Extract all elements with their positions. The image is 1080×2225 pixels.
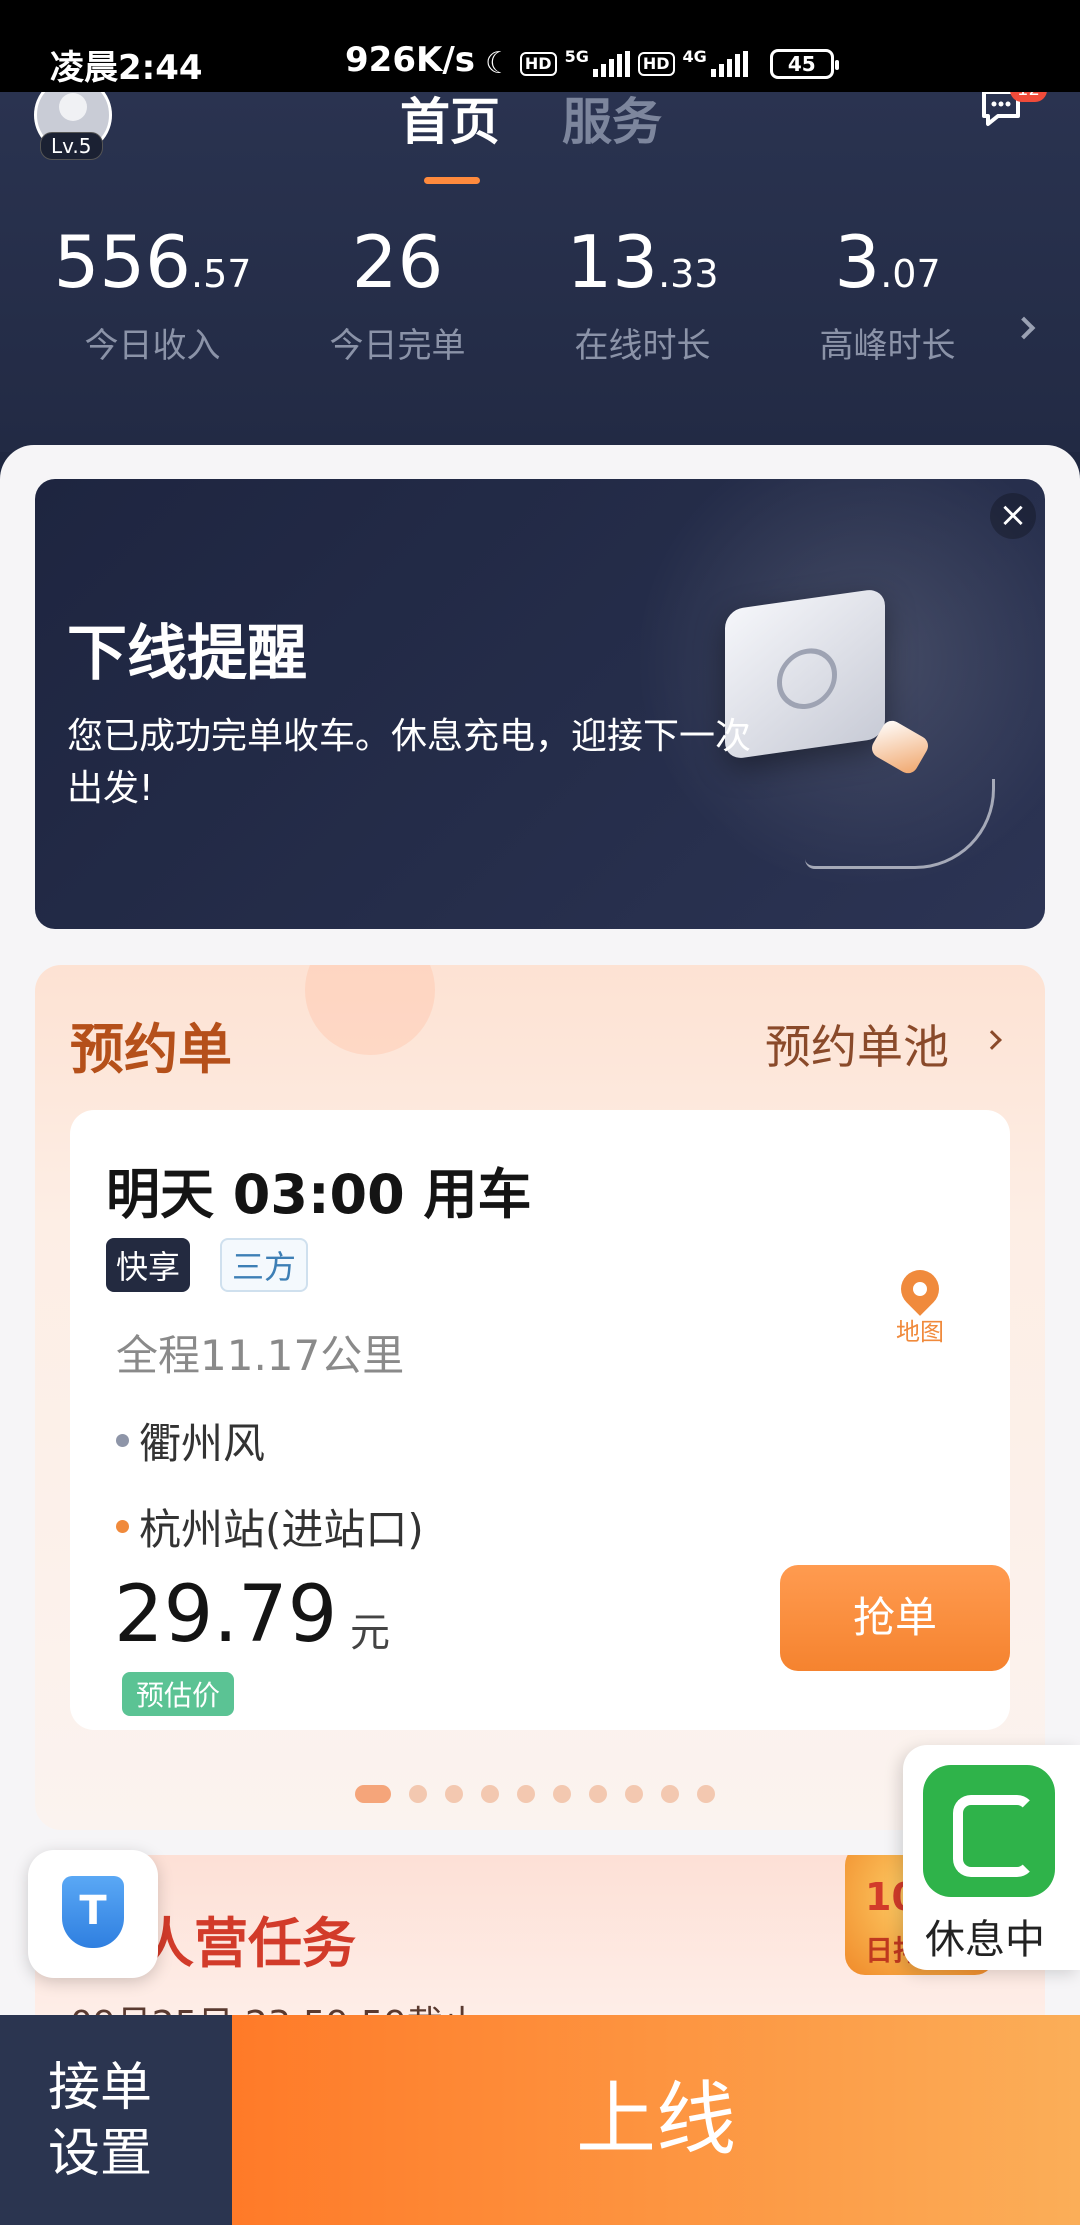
settings-label-line1: 接单 — [48, 2058, 153, 2118]
level-badge: Lv.5 — [40, 132, 103, 160]
task-title: 人营任务 — [140, 1912, 356, 1975]
estimated-price-tag: 预估价 — [122, 1672, 235, 1716]
bottom-action-bar: 接单 设置 上线 — [0, 2015, 1080, 2225]
pager-dot[interactable] — [517, 1785, 535, 1803]
origin-stop: 衢州风 — [116, 1410, 265, 1471]
map-label: 地图 — [896, 1318, 944, 1346]
stat-value: 3 — [834, 220, 881, 304]
order-price: 29.79 — [114, 1570, 338, 1660]
grab-order-button[interactable]: 抢单 — [780, 1565, 1010, 1671]
stat-value: 26 — [351, 220, 444, 304]
network-type-label: 5G — [564, 47, 589, 66]
battery-icon: 45 — [769, 48, 839, 79]
stat-label: 今日完单 — [329, 326, 466, 366]
chevron-right-icon[interactable] — [982, 1030, 1002, 1050]
pager-dot[interactable] — [697, 1785, 715, 1803]
stat-decimal: .57 — [191, 252, 252, 296]
pager-dot[interactable] — [589, 1785, 607, 1803]
map-pin-icon — [893, 1262, 947, 1316]
stat-online-hours: 13.33 在线时长 — [520, 222, 765, 367]
hd-icon: HD — [637, 51, 675, 76]
status-time: 凌晨2:44 — [50, 48, 203, 88]
destination-name: 杭州站(进站口) — [139, 1505, 424, 1554]
map-button[interactable]: 地图 — [880, 1262, 960, 1347]
pager-dot[interactable] — [409, 1785, 427, 1803]
stat-orders: 26 今日完单 — [275, 222, 520, 367]
destination-stop: 杭州站(进站口) — [116, 1496, 424, 1557]
pager-dot[interactable] — [553, 1785, 571, 1803]
stat-income: 556.57 今日收入 — [30, 222, 275, 367]
price-currency: 元 — [350, 1610, 390, 1656]
top-tabs: 首页 服务 — [400, 92, 662, 184]
status-icons: ☾ HD 5G HD 4G 45 — [485, 46, 839, 81]
stat-value: 13 — [566, 220, 659, 304]
reservation-heading: 预约单 — [70, 1018, 232, 1081]
stat-peak-hours: 3.07 高峰时长 — [765, 222, 1010, 367]
stat-label: 今日收入 — [84, 326, 221, 366]
task-deadline: 09月25日 23:59:59截止 — [70, 1995, 479, 2015]
third-party-tag: 三方 — [220, 1238, 309, 1292]
reservation-section: 预约单 预约单池 明天 03:00 用车 快享 三方 全程11.17公里 地图 … — [35, 965, 1045, 1830]
settings-label-line2: 设置 — [48, 2124, 153, 2184]
order-time: 明天 03:00 用车 — [106, 1163, 532, 1226]
signal-icon — [592, 50, 630, 77]
rest-app-icon — [923, 1765, 1055, 1897]
pager-dot[interactable] — [355, 1785, 391, 1803]
pager-dot[interactable] — [445, 1785, 463, 1803]
hd-icon: HD — [519, 51, 557, 76]
stat-value: 556 — [53, 220, 191, 304]
shield-icon: T — [62, 1876, 124, 1948]
stat-label: 高峰时长 — [819, 326, 956, 366]
go-online-button[interactable]: 上线 — [232, 2015, 1080, 2225]
tab-home[interactable]: 首页 — [400, 92, 500, 184]
network-type-label: 4G — [682, 47, 707, 66]
banner-description: 您已成功完单收车。休息充电，迎接下一次出发! — [67, 716, 752, 809]
reservation-order-card[interactable]: 明天 03:00 用车 快享 三方 全程11.17公里 地图 衢州风 杭州站(进… — [70, 1110, 1010, 1730]
task-section[interactable]: 10 日排行 人营任务 09月25日 23:59:59截止 — [35, 1855, 1045, 2015]
dashboard-header: Lv.5 首页 服务 12 556.57 今日收入 26 今日完单 13.33 … — [0, 92, 1080, 452]
message-badge: 12 — [1010, 92, 1047, 102]
offline-reminder-banner: 下线提醒 您已成功完单收车。休息充电，迎接下一次出发! × — [35, 479, 1045, 929]
banner-title: 下线提醒 — [67, 619, 307, 689]
safety-button[interactable]: T — [28, 1850, 158, 1978]
network-speed: 926K/s — [345, 40, 475, 80]
rest-status-widget[interactable]: 休息中 — [903, 1745, 1080, 1970]
carousel-pager[interactable] — [355, 1785, 715, 1803]
pager-dot[interactable] — [661, 1785, 679, 1803]
pager-dot[interactable] — [481, 1785, 499, 1803]
order-settings-button[interactable]: 接单 设置 — [0, 2015, 232, 2225]
pager-dot[interactable] — [625, 1785, 643, 1803]
status-bar: 凌晨2:44 926K/s ☾ HD 5G HD 4G 45 — [0, 0, 1080, 92]
chevron-right-icon[interactable] — [1012, 316, 1036, 340]
trip-distance: 全程11.17公里 — [116, 1331, 405, 1380]
origin-name: 衢州风 — [139, 1419, 266, 1468]
close-icon[interactable]: × — [990, 493, 1036, 539]
moon-icon: ☾ — [485, 46, 512, 81]
rest-status-label: 休息中 — [925, 1917, 1045, 1963]
stat-decimal: .07 — [880, 252, 941, 296]
tab-service[interactable]: 服务 — [562, 92, 662, 154]
origin-dot-icon — [116, 1434, 129, 1447]
stats-row[interactable]: 556.57 今日收入 26 今日完单 13.33 在线时长 3.07 高峰时长 — [30, 222, 1010, 367]
reservation-pool-link[interactable]: 预约单池 — [765, 1011, 949, 1077]
stat-label: 在线时长 — [574, 326, 711, 366]
signal-icon — [710, 50, 748, 77]
stat-decimal: .33 — [658, 252, 719, 296]
destination-dot-icon — [116, 1520, 129, 1533]
service-type-tag: 快享 — [106, 1238, 191, 1292]
